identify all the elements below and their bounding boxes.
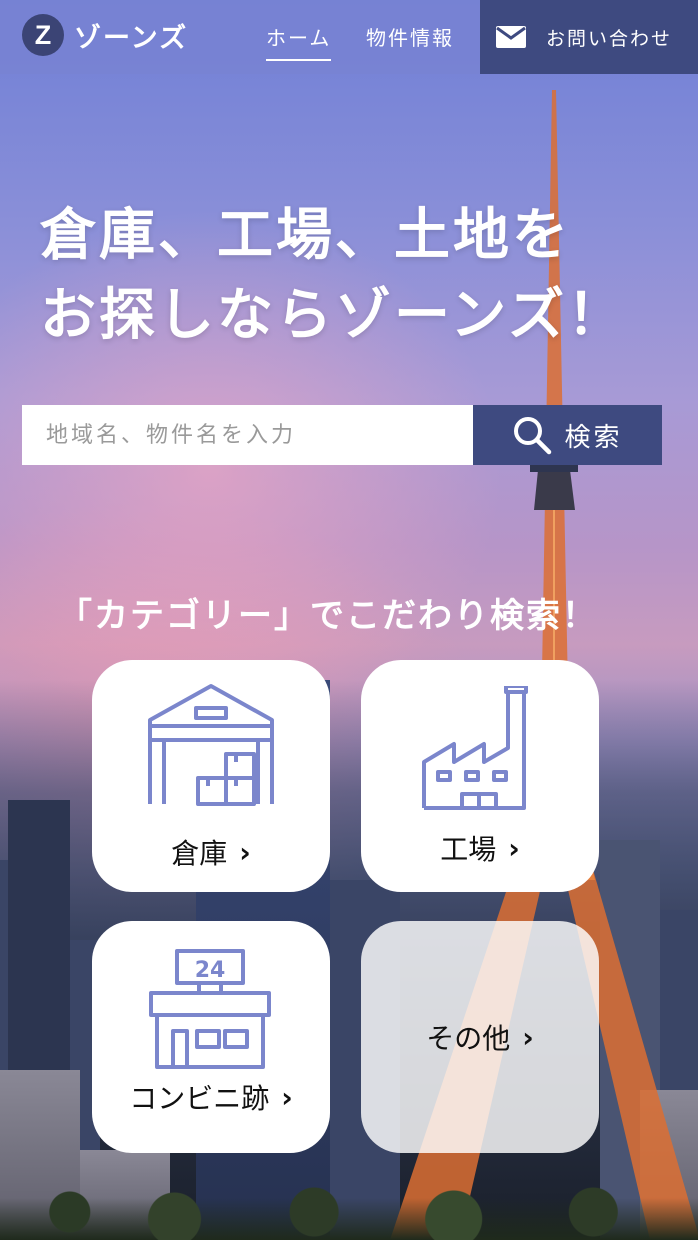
category-heading: 「カテゴリー」でこだわり検索！ [58, 596, 598, 636]
hero-title-line1: 倉庫、工場、土地を [40, 203, 571, 268]
nav-home[interactable]: ホーム [266, 22, 332, 61]
category-label-factory: 工場 [440, 833, 497, 866]
chevron-right-icon: › [281, 1080, 293, 1114]
category-card-factory[interactable]: 工場 › [361, 660, 599, 892]
search-button-label: 検索 [564, 422, 623, 453]
search-input[interactable] [22, 405, 473, 465]
chevron-right-icon: › [508, 831, 520, 865]
category-label-warehouse: 倉庫 [171, 837, 228, 870]
convenience-store-icon: 24 [149, 949, 271, 1069]
chevron-right-icon: › [239, 835, 251, 869]
search-icon [514, 417, 552, 455]
category-card-convenience-store[interactable]: 24 コンビニ跡 › [92, 921, 330, 1153]
factory-icon [422, 686, 528, 810]
mail-icon [496, 26, 526, 48]
contact-button[interactable]: お問い合わせ [480, 0, 698, 74]
category-card-warehouse[interactable]: 倉庫 › [92, 660, 330, 892]
warehouse-icon [148, 684, 274, 806]
search-bar: 検索 [22, 405, 662, 465]
hero-title: 倉庫、工場、土地を お探しならゾーンズ！ [40, 196, 626, 356]
site-logo[interactable]: Z ゾーンズ [22, 14, 188, 56]
store-sign-number: 24 [195, 958, 226, 983]
nav-properties[interactable]: 物件情報 [366, 22, 454, 51]
chevron-right-icon: › [522, 1020, 534, 1054]
contact-label: お問い合わせ [546, 27, 673, 50]
hero-title-line2: お探しならゾーンズ！ [40, 283, 627, 348]
logo-mark: Z [22, 14, 64, 56]
site-header: Z ゾーンズ ホーム 物件情報 お問い合わせ [0, 0, 698, 74]
category-card-other[interactable]: その他 › [361, 921, 599, 1153]
category-label-other: その他 [426, 1022, 511, 1055]
category-label-convenience-store: コンビニ跡 [129, 1082, 270, 1115]
search-button[interactable]: 検索 [473, 405, 662, 465]
logo-text: ゾーンズ [74, 22, 189, 54]
